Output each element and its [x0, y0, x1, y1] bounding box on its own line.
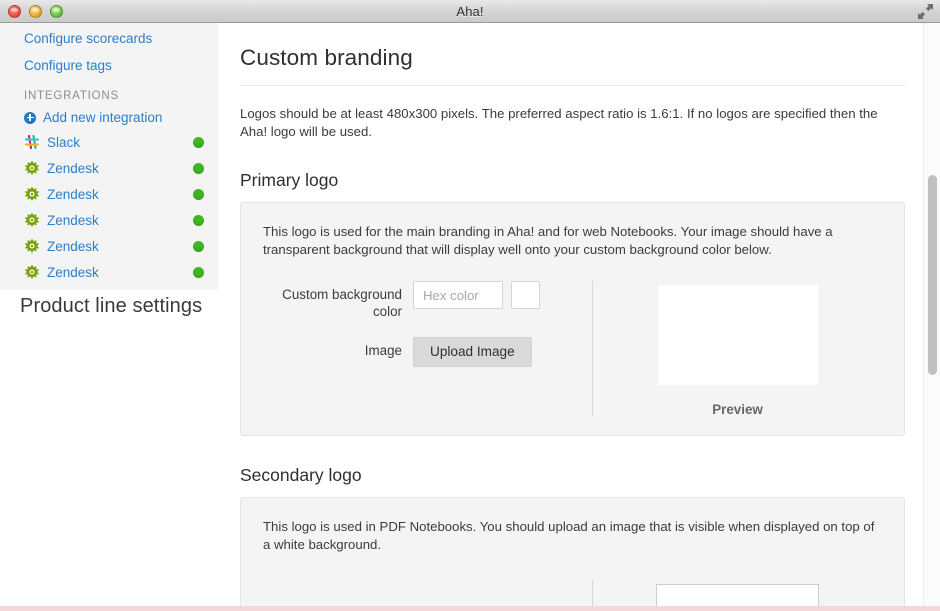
sidebar-item-zendesk-1[interactable]: Zendesk [0, 155, 218, 181]
status-dot-slack [193, 136, 204, 148]
sidebar-item-zendesk-1-label: Zendesk [47, 160, 99, 176]
status-dot-zendesk-2 [193, 188, 204, 200]
page-title: Custom branding [240, 23, 905, 86]
primary-image-label: Image [364, 343, 402, 358]
secondary-logo-card: This logo is used in PDF Notebooks. You … [240, 497, 905, 611]
close-window-button[interactable] [8, 5, 21, 18]
primary-logo-description: This logo is used for the main branding … [263, 224, 833, 257]
status-dot-zendesk-5 [193, 266, 204, 278]
sidebar-item-zendesk-4-label: Zendesk [47, 238, 99, 254]
status-dot-zendesk-1 [193, 162, 204, 174]
add-new-integration-label: Add new integration [43, 110, 163, 125]
zendesk-icon [24, 160, 40, 176]
vertical-scrollbar[interactable] [923, 23, 940, 611]
sidebar-item-zendesk-4[interactable]: Zendesk [0, 233, 218, 259]
maximize-window-button[interactable] [50, 5, 63, 18]
sidebar-item-zendesk-3[interactable]: Zendesk [0, 207, 218, 233]
app-window: Aha! Configure scorecards Configure tags… [0, 0, 940, 611]
add-new-integration-button[interactable]: Add new integration [0, 106, 218, 129]
product-line-settings-title: Product line settings [20, 295, 203, 317]
window-body: Configure scorecards Configure tags INTE… [0, 23, 940, 611]
primary-logo-card: This logo is used for the main branding … [240, 202, 905, 436]
hex-color-input[interactable] [413, 281, 503, 309]
fullscreen-expand-icon[interactable] [917, 3, 934, 20]
color-swatch-button[interactable] [511, 281, 540, 309]
traffic-light-buttons [8, 5, 63, 18]
sidebar-item-zendesk-2[interactable]: Zendesk [0, 181, 218, 207]
scrollbar-thumb[interactable] [928, 175, 937, 375]
sidebar-item-slack-label: Slack [47, 134, 81, 150]
zendesk-icon [24, 264, 40, 280]
sidebar-item-zendesk-3-label: Zendesk [47, 212, 99, 228]
status-dot-zendesk-4 [193, 240, 204, 252]
custom-background-color-label: Custom background color [282, 287, 402, 319]
sidebar-panel: Configure scorecards Configure tags INTE… [0, 23, 218, 290]
sidebar-item-zendesk-2-label: Zendesk [47, 186, 99, 202]
sidebar-item-zendesk-5[interactable]: Zendesk [0, 259, 218, 285]
sidebar-item-configure-tags[interactable]: Configure tags [0, 52, 218, 79]
plus-circle-icon [24, 111, 36, 124]
custom-background-color-row: Custom background color [263, 281, 574, 320]
zendesk-icon [24, 186, 40, 202]
sidebar-section-integrations: INTEGRATIONS [24, 90, 120, 102]
zendesk-icon [24, 238, 40, 254]
sidebar-item-slack[interactable]: Slack [0, 129, 218, 155]
status-dot-zendesk-3 [193, 214, 204, 226]
primary-logo-heading: Primary logo [240, 170, 339, 190]
intro-description: Logos should be at least 480x300 pixels.… [240, 106, 878, 139]
secondary-logo-description: This logo is used in PDF Notebooks. You … [263, 519, 875, 552]
window-titlebar: Aha! [0, 0, 940, 23]
slack-icon [24, 134, 40, 150]
zendesk-icon [24, 212, 40, 228]
primary-image-row: Image Upload Image [263, 337, 574, 367]
primary-logo-preview-image [657, 285, 818, 385]
primary-preview-caption: Preview [712, 402, 763, 417]
window-title: Aha! [456, 3, 484, 19]
secondary-logo-heading: Secondary logo [240, 465, 362, 485]
sidebar-item-zendesk-5-label: Zendesk [47, 264, 99, 280]
bottom-accent-strip [0, 606, 940, 611]
minimize-window-button[interactable] [29, 5, 42, 18]
sidebar-item-configure-scorecards[interactable]: Configure scorecards [0, 25, 218, 52]
main-content: Custom branding Logos should be at least… [218, 23, 923, 611]
primary-upload-image-button[interactable]: Upload Image [413, 337, 532, 367]
